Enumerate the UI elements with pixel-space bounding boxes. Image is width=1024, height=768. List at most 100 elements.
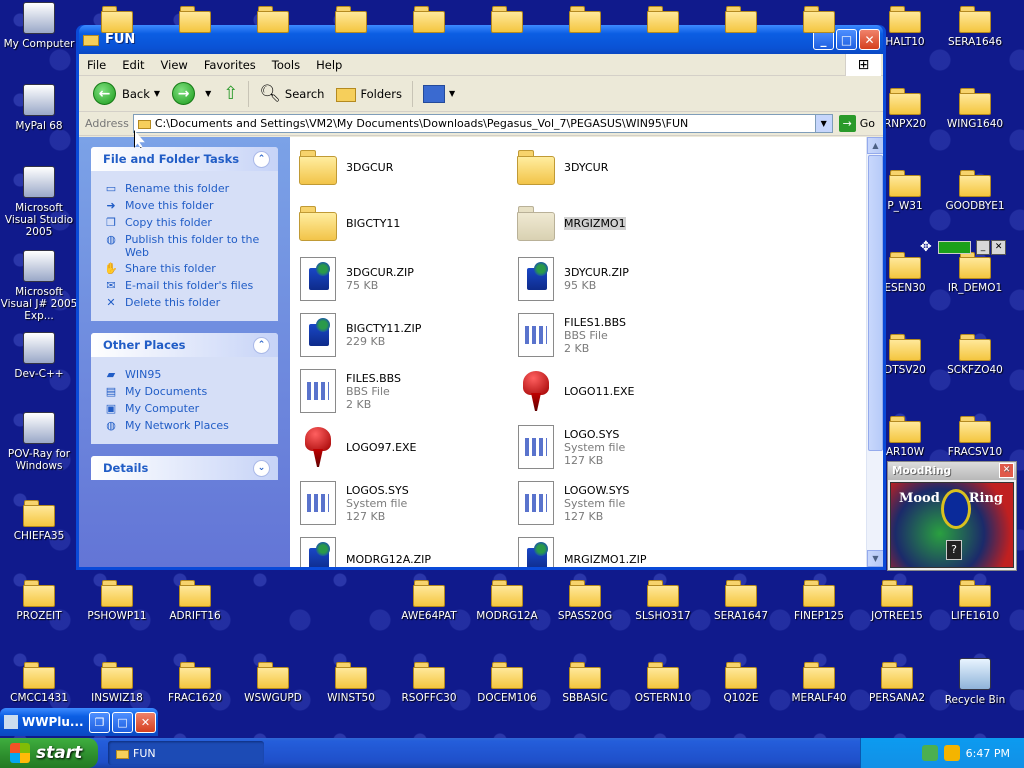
task-link[interactable]: ✉ E-mail this folder's files — [103, 279, 266, 293]
desktop-icon[interactable]: PERSANA2 — [858, 658, 936, 704]
help-button[interactable]: ? — [946, 540, 962, 560]
file-item[interactable]: FILES1.BBS BBS File 2 KB — [516, 311, 734, 359]
back-button[interactable]: ← Back ▼ — [87, 79, 166, 109]
desktop-icon[interactable]: OSTERN10 — [624, 658, 702, 704]
close-button[interactable]: ✕ — [859, 29, 880, 50]
scroll-thumb[interactable] — [868, 155, 883, 451]
file-item[interactable]: LOGOS.SYS System file 127 KB — [298, 479, 516, 527]
task-link[interactable]: ▤ My Documents — [103, 385, 266, 399]
folder-icon[interactable] — [725, 6, 757, 33]
task-link[interactable]: ✕ Delete this folder — [103, 296, 266, 310]
desktop-icon[interactable]: Q102E — [702, 658, 780, 704]
desktop-icon[interactable]: SERA1647 — [702, 576, 780, 622]
desktop-icon[interactable]: AWE64PAT — [390, 576, 468, 622]
chevron-down-icon[interactable]: ▼ — [154, 89, 160, 98]
collapse-icon[interactable]: ⌃ — [253, 336, 270, 354]
desktop-icon[interactable]: Recycle Bin — [936, 658, 1014, 706]
desktop-icon[interactable]: SERA1646 — [936, 2, 1014, 48]
desktop-icon[interactable]: Dev-C++ — [0, 332, 78, 380]
file-item[interactable]: 3DYCUR.ZIP 95 KB — [516, 255, 734, 303]
folder-icon[interactable] — [647, 6, 679, 33]
folder-icon[interactable] — [491, 6, 523, 33]
menu-favorites[interactable]: Favorites — [196, 58, 264, 72]
file-item[interactable]: LOGO.SYS System file 127 KB — [516, 423, 734, 471]
desktop-icon[interactable]: MODRG12A — [468, 576, 546, 622]
moodring-title-bar[interactable]: MoodRing ✕ — [888, 462, 1016, 480]
task-link[interactable]: ▰ WIN95 — [103, 368, 266, 382]
menu-edit[interactable]: Edit — [114, 58, 152, 72]
folder-icon[interactable] — [803, 6, 835, 33]
desktop-icon[interactable]: Microsoft Visual Studio 2005 — [0, 166, 78, 238]
desktop-icon[interactable]: WSWGUPD — [234, 658, 312, 704]
desktop-icon[interactable]: FRAC1620 — [156, 658, 234, 704]
views-button[interactable]: ▼ — [417, 79, 461, 109]
task-link[interactable]: ◍ Publish this folder to the Web — [103, 233, 266, 259]
file-item[interactable]: 3DGCUR.ZIP 75 KB — [298, 255, 516, 303]
task-link[interactable]: ▣ My Computer — [103, 402, 266, 416]
up-button[interactable]: ⇧ — [217, 79, 244, 109]
taskbar-item-fun[interactable]: FUN — [108, 741, 264, 765]
folders-button[interactable]: Folders — [330, 79, 408, 109]
desktop-icon[interactable]: CHIEFA35 — [0, 496, 78, 542]
file-item[interactable]: MRGIZMO1 — [516, 199, 734, 247]
search-icon[interactable] — [943, 745, 960, 761]
file-item[interactable]: FILES.BBS BBS File 2 KB — [298, 367, 516, 415]
panel-header[interactable]: Details ⌄ — [91, 456, 278, 480]
folder-icon[interactable] — [413, 6, 445, 33]
desktop-icon[interactable]: SLSHO317 — [624, 576, 702, 622]
menu-view[interactable]: View — [153, 58, 196, 72]
file-item[interactable]: LOGO97.EXE — [298, 423, 516, 471]
desktop-icon[interactable]: CMCC1431 — [0, 658, 78, 704]
restore-button[interactable]: ❐ — [89, 711, 110, 733]
desktop-icon[interactable]: PSHOWP11 — [78, 576, 156, 622]
task-link[interactable]: ❐ Copy this folder — [103, 216, 266, 230]
file-item[interactable]: 3DYCUR — [516, 143, 734, 191]
panel-header[interactable]: Other Places ⌃ — [91, 333, 278, 357]
network-icon[interactable] — [921, 745, 938, 761]
menu-tools[interactable]: Tools — [264, 58, 308, 72]
task-link[interactable]: ✋ Share this folder — [103, 262, 266, 276]
menu-help[interactable]: Help — [308, 58, 350, 72]
collapse-icon[interactable]: ⌃ — [253, 150, 270, 168]
scroll-up-button[interactable]: ▲ — [867, 137, 883, 154]
desktop-icon[interactable]: GOODBYE1 — [936, 166, 1014, 212]
chevron-down-icon[interactable]: ▼ — [205, 89, 211, 98]
desktop-icon[interactable]: FINEP125 — [780, 576, 858, 622]
minimize-button[interactable]: _ — [975, 239, 991, 255]
close-button[interactable]: ✕ — [135, 711, 156, 733]
file-item[interactable]: BIGCTY11 — [298, 199, 516, 247]
folder-icon[interactable] — [569, 6, 601, 33]
desktop-icon[interactable]: WINST50 — [312, 658, 390, 704]
task-link[interactable]: ◍ My Network Places — [103, 419, 266, 433]
desktop-icon[interactable]: PROZEIT — [0, 576, 78, 622]
folder-icon[interactable] — [179, 6, 211, 33]
file-item[interactable]: LOGOW.SYS System file 127 KB — [516, 479, 734, 527]
file-item[interactable]: MODRG12A.ZIP — [298, 535, 516, 567]
scroll-down-button[interactable]: ▼ — [867, 550, 883, 567]
chevron-down-icon[interactable]: ▼ — [814, 115, 832, 132]
green-widget[interactable]: ✥ _ ✕ — [920, 238, 1006, 256]
file-item[interactable]: 3DGCUR — [298, 143, 516, 191]
desktop-icon[interactable]: DOCEM106 — [468, 658, 546, 704]
desktop-icon[interactable]: RSOFFC30 — [390, 658, 468, 704]
desktop-icon[interactable]: SCKFZO40 — [936, 330, 1014, 376]
maximize-button[interactable]: □ — [112, 711, 133, 733]
desktop-icon[interactable]: POV-Ray for Windows — [0, 412, 78, 472]
desktop-icon[interactable]: JOTREE15 — [858, 576, 936, 622]
task-link[interactable]: ▭ Rename this folder — [103, 182, 266, 196]
file-item[interactable]: LOGO11.EXE — [516, 367, 734, 415]
folder-icon[interactable] — [257, 6, 289, 33]
vertical-scrollbar[interactable]: ▲ ▼ — [866, 137, 883, 567]
chevron-down-icon[interactable]: ▼ — [449, 89, 455, 98]
desktop-icon[interactable]: ADRIFT16 — [156, 576, 234, 622]
task-link[interactable]: ➜ Move this folder — [103, 199, 266, 213]
maximize-button[interactable]: □ — [836, 29, 857, 50]
wwplus-window[interactable]: WWPlu... ❐ □ ✕ — [0, 708, 158, 736]
address-input[interactable]: C:\Documents and Settings\VM2\My Documen… — [132, 114, 833, 133]
search-button[interactable]: 🔍︎ Search — [253, 79, 330, 109]
desktop-icon[interactable]: MERALF40 — [780, 658, 858, 704]
file-item[interactable]: BIGCTY11.ZIP 229 KB — [298, 311, 516, 359]
go-button[interactable]: → Go — [833, 115, 883, 132]
expand-icon[interactable]: ⌄ — [253, 459, 270, 477]
desktop-icon[interactable]: SBBASIC — [546, 658, 624, 704]
